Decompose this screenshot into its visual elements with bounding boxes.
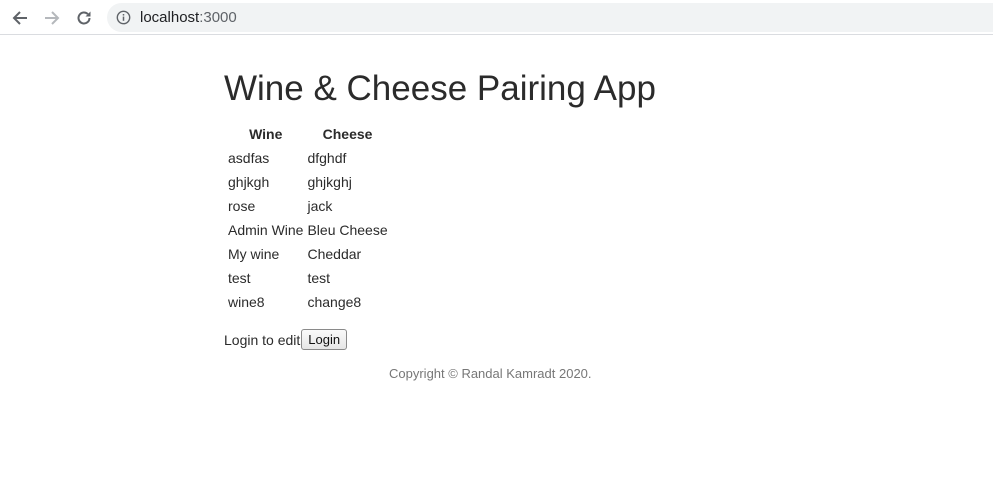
table-header-row: Wine Cheese <box>227 122 389 146</box>
info-circle-icon[interactable] <box>116 10 131 25</box>
reload-button[interactable] <box>72 6 96 30</box>
reload-icon <box>77 11 91 25</box>
back-button[interactable] <box>8 6 32 30</box>
table-row: asdfas dfghdf <box>227 146 389 170</box>
arrow-right-icon <box>45 11 60 25</box>
cheese-cell: jack <box>307 198 333 214</box>
page-title: Wine & Cheese Pairing App <box>224 69 656 108</box>
cheese-cell: dfghdf <box>307 150 347 166</box>
cheese-cell: Cheddar <box>307 246 362 262</box>
column-header-wine: Wine <box>249 126 283 142</box>
wine-cell: Admin Wine <box>228 222 304 238</box>
column-header-cheese: Cheese <box>322 126 373 142</box>
cheese-cell: ghjkghj <box>307 174 352 190</box>
wine-cell: My wine <box>228 246 280 262</box>
cheese-cell: test <box>307 270 331 286</box>
login-prompt: Login to edit <box>224 331 301 348</box>
pairings-table: Wine Cheese asdfas dfghdf ghjkgh ghjkghj… <box>225 122 391 314</box>
table-row: wine8 change8 <box>227 290 389 314</box>
forward-button[interactable] <box>40 6 64 30</box>
table-row: My wine Cheddar <box>227 242 389 266</box>
url-host: localhost <box>140 9 200 26</box>
wine-cell: asdfas <box>228 150 270 166</box>
login-section: Login to edit Login <box>224 329 348 350</box>
footer-copyright: Copyright © Randal Kamradt 2020. <box>389 366 592 381</box>
table-row: rose jack <box>227 194 389 218</box>
wine-cell: ghjkgh <box>228 174 270 190</box>
table-row: Admin Wine Bleu Cheese <box>227 218 389 242</box>
table-row: ghjkgh ghjkghj <box>227 170 389 194</box>
url-text[interactable]: localhost:3000 <box>140 9 237 26</box>
url-port: :3000 <box>199 9 237 26</box>
wine-cell: rose <box>228 198 256 214</box>
arrow-left-icon <box>12 11 27 25</box>
wine-cell: wine8 <box>228 294 265 310</box>
browser-toolbar: localhost:3000 <box>0 0 993 35</box>
login-button[interactable]: Login <box>301 329 348 350</box>
table-row: test test <box>227 266 389 290</box>
address-bar[interactable]: localhost:3000 <box>107 3 993 32</box>
wine-cell: test <box>228 270 251 286</box>
cheese-cell: Bleu Cheese <box>307 222 388 238</box>
cheese-cell: change8 <box>307 294 362 310</box>
